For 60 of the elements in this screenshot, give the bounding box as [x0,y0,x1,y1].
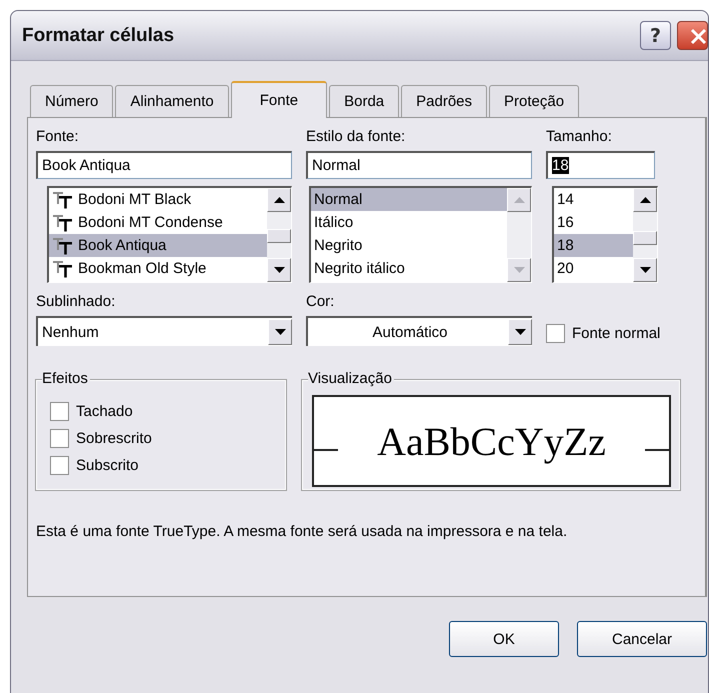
field-label: Tamanho: [546,127,613,147]
list-item[interactable]: 18 [554,234,633,257]
down-arrow-icon [274,329,286,335]
text-field[interactable]: 18 [546,151,655,179]
list-item[interactable]: 14 [554,188,633,211]
list-item[interactable]: Normal [311,188,507,211]
field-label: Estilo da fonte: [306,127,406,147]
checkbox-label: Subscrito [76,457,139,474]
text-field[interactable]: Normal [306,151,532,179]
scrollbar-thumb[interactable] [633,231,657,245]
list-item[interactable]: 20 [554,257,633,280]
info-text: Esta é uma fonte TrueType. A mesma fonte será usada na impressora e na tela. [36,522,568,542]
up-arrow-icon [514,197,524,203]
up-arrow-icon [274,197,284,203]
field-label: Fonte: [36,127,80,147]
list-item[interactable]: 16 [554,211,633,234]
tab[interactable]: Borda [329,85,400,117]
truetype-icon [52,236,74,254]
checkbox[interactable] [50,456,69,475]
list-item[interactable]: Bodoni MT Black [49,188,267,211]
close-button[interactable] [677,21,708,50]
list-item[interactable]: Negrito [311,234,507,257]
list-item[interactable]: Negrito itálico [311,257,507,280]
list-item[interactable]: Book Antiqua [49,234,267,257]
down-arrow-icon [514,267,524,273]
checkbox-label: Sobrescrito [76,430,152,447]
checkbox[interactable] [50,402,69,421]
preview-sample: AaBbCcYyZz [377,418,606,464]
scrollbar[interactable] [633,188,657,282]
checkbox[interactable] [50,429,69,448]
list-item[interactable]: Itálico [311,211,507,234]
help-button[interactable]: ? [640,21,671,50]
text-field[interactable]: Book Antiqua [36,151,292,179]
down-arrow-icon [274,267,284,273]
dropdown[interactable]: Automático [306,316,532,346]
list-item[interactable]: Bookman Old Style [49,257,267,280]
checkbox[interactable] [546,324,565,343]
dropdown[interactable]: Nenhum [36,316,292,346]
scrollbar-thumb[interactable] [267,229,291,243]
tab[interactable]: Alinhamento [115,85,229,117]
truetype-icon [52,214,74,232]
window-title: Formatar células [22,24,176,46]
dialog-button[interactable]: Cancelar [577,621,707,657]
checkbox-label: Tachado [76,403,133,420]
list-item[interactable]: Bodoni MT Condense [49,211,267,234]
tab[interactable]: Número [30,85,114,117]
group-title: Visualização [308,370,394,388]
scrollbar[interactable] [267,188,291,282]
checkbox-label: Fonte normal [572,325,660,342]
up-arrow-icon [640,197,650,203]
tab[interactable]: Padrões [401,85,488,117]
down-arrow-icon [514,329,526,335]
truetype-icon [52,260,74,278]
tab[interactable]: Fonte [230,81,328,118]
field-label: Sublinhado: [36,292,116,312]
dialog-button[interactable]: OK [449,621,559,657]
field-label: Cor: [306,292,336,312]
down-arrow-icon [640,267,650,273]
truetype-icon [52,190,74,208]
tab[interactable]: Proteção [489,85,580,117]
